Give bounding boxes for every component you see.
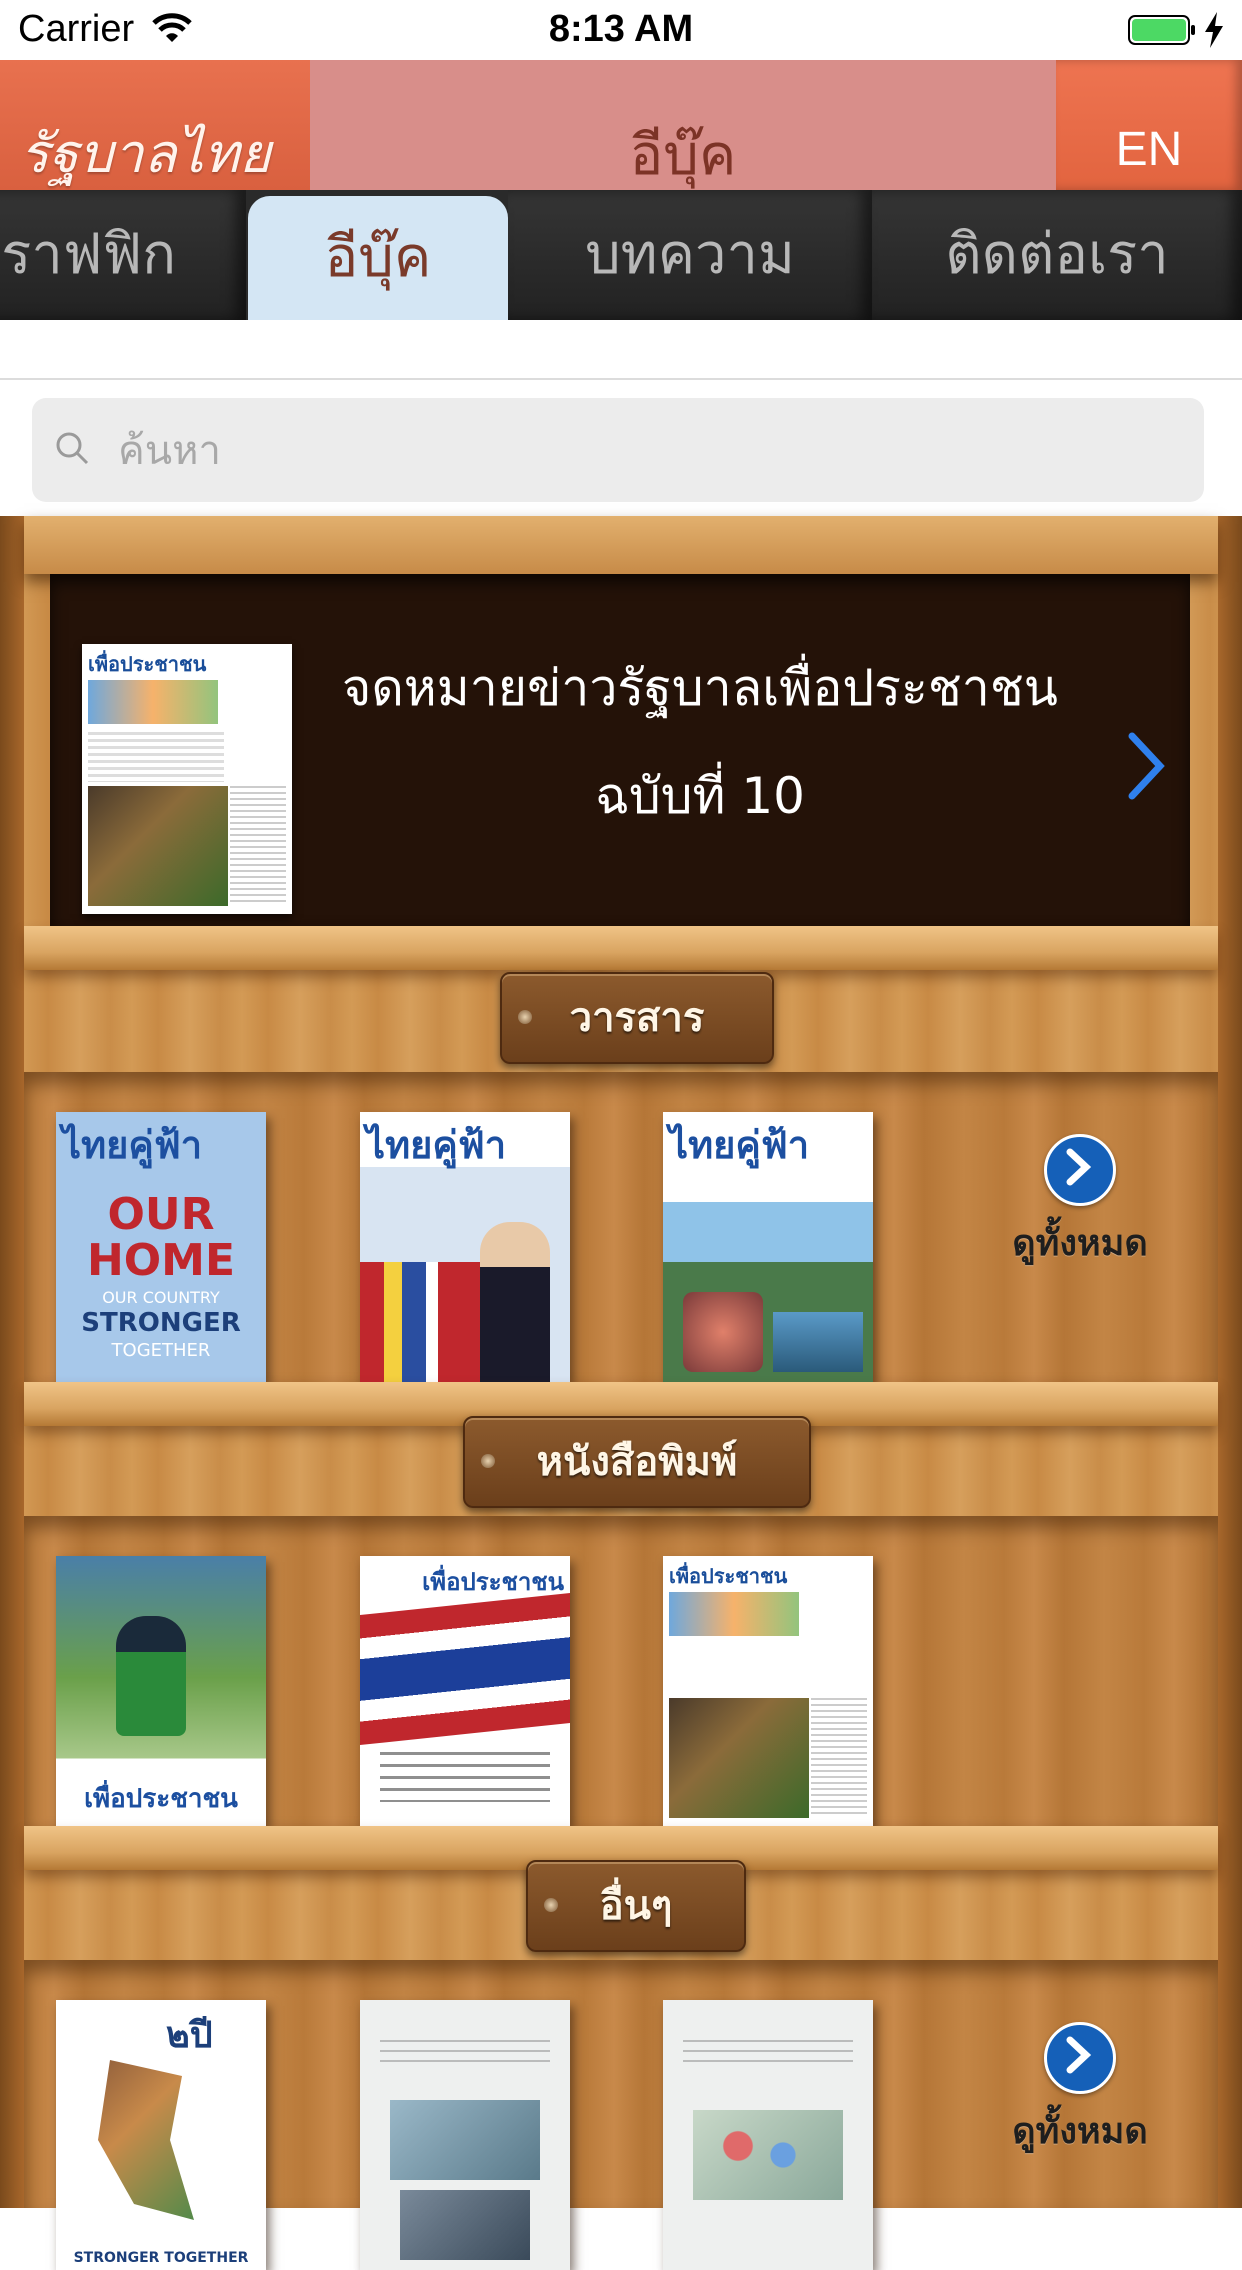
app-logo: รัฐบาลไทย (0, 60, 310, 190)
cover-masthead: เพื่อประชาชน (84, 1784, 238, 1814)
cover-subline: STRONGER (81, 1308, 241, 1338)
cover-diagram (693, 2110, 843, 2200)
section-title: อื่นๆ (599, 1883, 673, 1929)
cover-text-block (380, 1752, 550, 1802)
book-cover[interactable] (663, 2000, 873, 2270)
shelf-side-right (1218, 516, 1242, 2208)
cover-photo (88, 786, 228, 906)
section-title: หนังสือพิมพ์ (536, 1439, 738, 1485)
view-all-label: ดูทั้งหมด (1012, 1223, 1148, 1264)
cover-headline: ๒ปี (166, 2015, 213, 2056)
section-label-newspapers: หนังสือพิมพ์ (463, 1416, 811, 1508)
tab-articles-label: บทความ (585, 222, 795, 287)
cover-cyclist (116, 1616, 186, 1736)
view-all-label: ดูทั้งหมด (1012, 2111, 1148, 2152)
section-title: วารสาร (569, 995, 705, 1041)
chevron-right-circle-icon (1044, 2022, 1116, 2094)
tab-infographic-label: ราฟฟิก (1, 222, 176, 287)
cover-photo (773, 1312, 863, 1372)
search-icon (56, 432, 89, 465)
featured-title-line1: จดหมายข่าวรัฐบาลเพื่อประชาชน (342, 659, 1058, 717)
tab-contact[interactable]: ติดต่อเรา (872, 190, 1242, 320)
section-label-others: อื่นๆ (526, 1860, 746, 1952)
cover-graphic (669, 1592, 799, 1636)
battery-icon (1128, 15, 1195, 45)
shelf-side-left (0, 516, 24, 2208)
language-button[interactable]: EN (1056, 60, 1242, 190)
section-label-journals: วารสาร (500, 972, 774, 1064)
cover-text-block (380, 2040, 550, 2070)
view-all-others[interactable]: ดูทั้งหมด (1000, 2022, 1160, 2159)
cover-subline: STRONGER TOGETHER (73, 2250, 249, 2266)
search-area (0, 378, 1242, 516)
cover-photo (683, 1292, 763, 1372)
book-cover[interactable]: เพื่อประชาชน (663, 1556, 873, 1826)
status-bar: Carrier 8:13 AM (0, 0, 1242, 60)
view-all-journals[interactable]: ดูทั้งหมด (1000, 1134, 1160, 1271)
cover-column (811, 1698, 867, 1818)
book-cover[interactable]: เพื่อประชาชน (56, 1556, 266, 1826)
tab-articles[interactable]: บทความ (508, 190, 872, 320)
cover-graphic (88, 680, 218, 724)
book-cover[interactable]: เพื่อประชาชน (360, 1556, 570, 1826)
charging-bolt-icon (1205, 12, 1223, 48)
chevron-right-icon[interactable] (1126, 732, 1166, 800)
shelf-plank (24, 926, 1218, 970)
cover-flag (360, 1592, 570, 1746)
cover-map (98, 2060, 194, 2220)
cover-subline: OUR COUNTRY (102, 1288, 220, 1307)
book-cover[interactable]: ๒ปี STRONGER TOGETHER (56, 2000, 266, 2270)
search-bar[interactable] (32, 398, 1204, 502)
clock: 8:13 AM (548, 8, 694, 50)
featured-cover[interactable]: เพื่อประชาชน (82, 644, 292, 914)
cover-column (230, 786, 286, 906)
book-cover[interactable] (360, 2000, 570, 2270)
tab-ebook[interactable]: อีบุ๊ค (248, 196, 508, 320)
logo-text: รัฐบาลไทย (20, 122, 271, 185)
cover-photo (669, 1698, 809, 1818)
cover-masthead: ไทยคู่ฟ้า (366, 1123, 507, 1167)
cover-masthead: ไทยคู่ฟ้า (669, 1123, 810, 1167)
tab-bar: ราฟฟิก อีบุ๊ค บทความ ติดต่อเรา (0, 190, 1242, 320)
tab-infographic[interactable]: ราฟฟิก (0, 190, 246, 320)
screw-icon (544, 1898, 558, 1912)
book-cover[interactable]: ไทยคู่ฟ้า OUR HOME OUR COUNTRY STRONGER … (56, 1112, 266, 1382)
cover-flags (360, 1262, 480, 1382)
header-title-bar: อีบุ๊ค (310, 60, 1056, 190)
screw-icon (518, 1010, 532, 1024)
cover-text-block (88, 732, 224, 782)
book-cover[interactable]: ไทยคู่ฟ้า (663, 1112, 873, 1382)
search-input[interactable] (116, 412, 1180, 490)
cover-photo (400, 2190, 530, 2260)
featured-title: จดหมายข่าวรัฐบาลเพื่อประชาชน ฉบับที่ 10 (320, 634, 1080, 850)
cover-text-block (683, 2040, 853, 2070)
language-button-label: EN (1115, 123, 1183, 176)
cover-headline: OUR HOME (86, 1189, 236, 1286)
cover-masthead: เพื่อประชาชน (669, 1564, 788, 1588)
cover-subline: TOGETHER (111, 1340, 211, 1361)
cover-masthead: ไทยคู่ฟ้า (62, 1123, 203, 1167)
cover-masthead: เพื่อประชาชน (88, 652, 207, 676)
cover-person (480, 1222, 550, 1382)
tab-contact-label: ติดต่อเรา (945, 222, 1169, 287)
cover-diagram (390, 2100, 540, 2180)
page-title: อีบุ๊ค (629, 123, 737, 188)
tab-ebook-label: อีบุ๊ค (324, 225, 432, 290)
featured-title-line2: ฉบับที่ 10 (594, 767, 805, 825)
featured-banner[interactable]: เพื่อประชาชน จดหมายข่าวรัฐบาลเพื่อประชาช… (50, 574, 1190, 926)
screw-icon (481, 1454, 495, 1468)
chevron-right-circle-icon (1044, 1134, 1116, 1206)
book-cover[interactable]: ไทยคู่ฟ้า (360, 1112, 570, 1382)
shelf-top (24, 516, 1218, 574)
